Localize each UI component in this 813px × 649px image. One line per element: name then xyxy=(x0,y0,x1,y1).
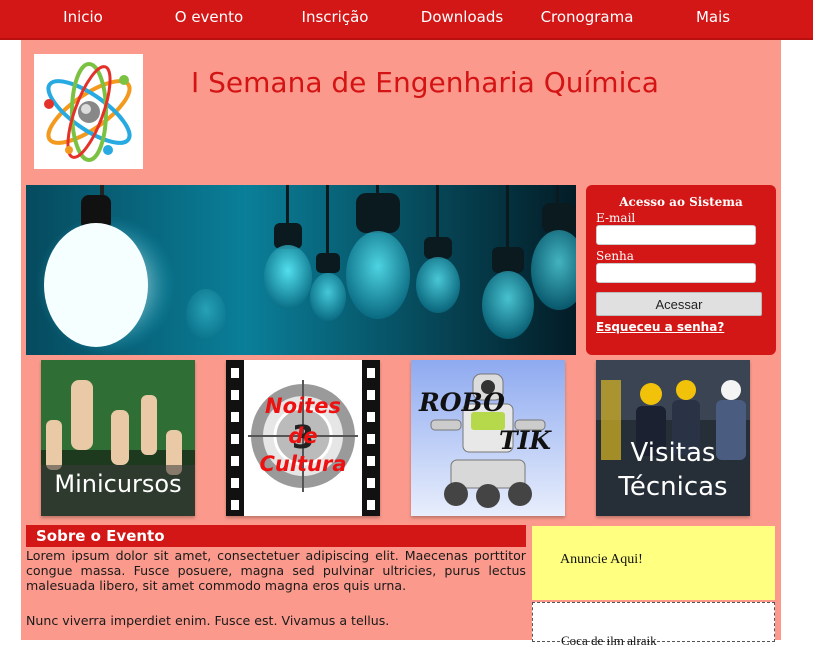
top-navigation: Inicio O evento Inscrição Downloads Cron… xyxy=(0,0,813,40)
login-title: Acesso ao Sistema xyxy=(619,195,743,209)
about-paragraph-2: Nunc viverra imperdiet enim. Fusce est. … xyxy=(26,613,390,628)
about-heading: Sobre o Evento xyxy=(26,525,526,547)
nav-item-downloads[interactable]: Downloads xyxy=(412,0,512,38)
tile-robotik-line1: ROBO xyxy=(419,388,505,417)
forgot-password-link[interactable]: Esqueceu a senha? xyxy=(596,320,724,334)
tile-visitas-line2: Técnicas xyxy=(618,472,728,502)
password-label: Senha xyxy=(596,249,634,263)
tile-minicursos-label: Minicursos xyxy=(54,470,182,498)
tile-robotik-line2: TIK xyxy=(499,426,552,455)
tile-visitas-tecnicas[interactable]: Visitas Técnicas xyxy=(596,360,750,516)
secondary-box-text: Coca de ilm alraik xyxy=(561,633,657,648)
page-container: I Semana de Engenharia Química Acesso ao… xyxy=(21,40,781,648)
tile-visitas-line1: Visitas xyxy=(630,438,716,468)
atom-icon xyxy=(44,62,132,162)
tile-minicursos[interactable]: Minicursos xyxy=(41,360,195,516)
ad-text: Anuncie Aqui! xyxy=(560,552,643,567)
tile-noites-line3: Cultura xyxy=(259,452,347,476)
tile-robotik[interactable]: ROBO TIK xyxy=(411,360,565,516)
login-panel: Acesso ao Sistema E-mail Senha Acessar E… xyxy=(586,185,776,355)
ad-box[interactable]: Anuncie Aqui! xyxy=(532,526,775,600)
nav-item-mais[interactable]: Mais xyxy=(680,0,746,38)
password-field[interactable] xyxy=(596,263,756,283)
nav-item-inscricao[interactable]: Inscrição xyxy=(290,0,380,38)
atom-logo xyxy=(34,54,143,169)
email-field[interactable] xyxy=(596,225,756,245)
email-label: E-mail xyxy=(596,211,636,225)
nav-item-o-evento[interactable]: O evento xyxy=(164,0,254,38)
tile-noites-line2: de xyxy=(288,424,318,448)
secondary-box: Coca de ilm alraik xyxy=(532,602,775,648)
page-title: I Semana de Engenharia Química xyxy=(191,66,659,99)
nav-item-cronograma[interactable]: Cronograma xyxy=(536,0,638,38)
banner-image xyxy=(26,185,576,355)
nav-item-inicio[interactable]: Inicio xyxy=(40,0,126,38)
about-paragraph-1: Lorem ipsum dolor sit amet, consectetuer… xyxy=(26,548,526,593)
login-button[interactable]: Acessar xyxy=(596,292,762,316)
tile-noites-line1: Noites xyxy=(265,394,341,418)
tile-noites-de-cultura[interactable]: 3 Noites de Cultura xyxy=(226,360,380,516)
